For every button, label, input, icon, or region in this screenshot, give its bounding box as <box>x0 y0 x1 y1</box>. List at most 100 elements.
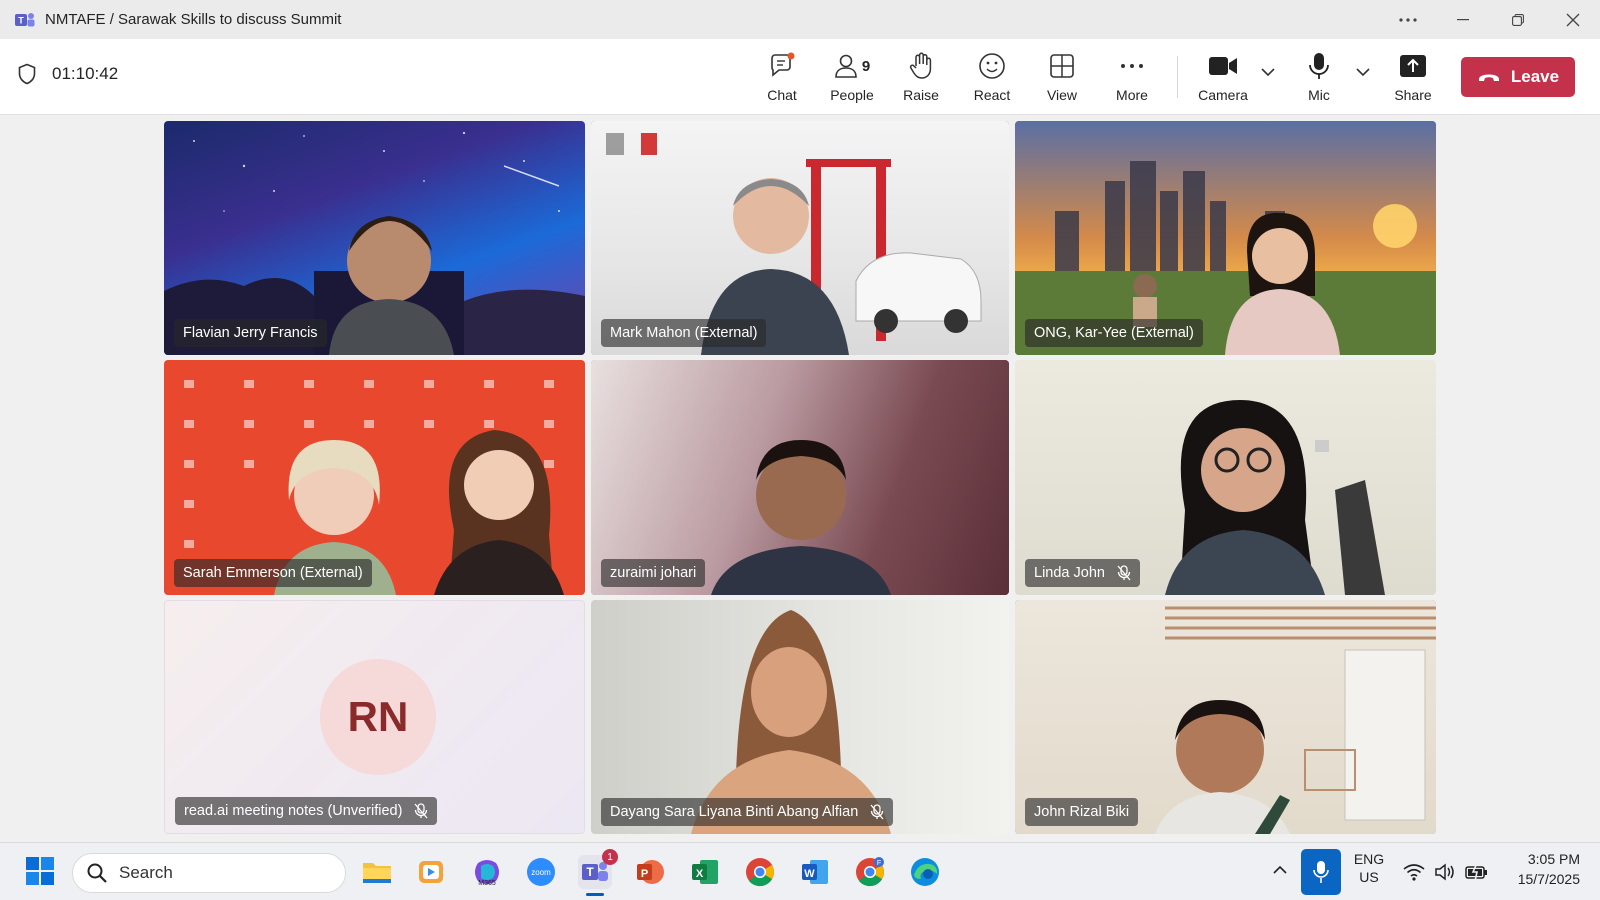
chrome-profile-icon[interactable]: F <box>853 855 887 889</box>
language-indicator[interactable]: ENG US <box>1352 851 1386 885</box>
people-button[interactable]: 9 People <box>821 51 883 103</box>
excel-icon[interactable]: X <box>688 855 722 889</box>
video-tile[interactable]: Linda John <box>1015 360 1436 595</box>
svg-text:T: T <box>586 865 594 879</box>
share-label: Share <box>1394 87 1432 103</box>
people-count: 9 <box>861 57 871 75</box>
active-app-indicator <box>586 893 604 896</box>
microphone-icon <box>1308 51 1330 81</box>
window-title: NMTAFE / Sarawak Skills to discuss Summi… <box>45 11 342 28</box>
svg-text:X: X <box>696 868 704 880</box>
participant-name: read.ai meeting notes (Unverified) <box>184 803 403 819</box>
mic-muted-icon <box>414 803 428 819</box>
chat-icon <box>768 51 796 81</box>
participant-name: Linda John <box>1034 565 1105 581</box>
minimize-icon[interactable] <box>1435 0 1490 39</box>
leave-label: Leave <box>1510 67 1560 86</box>
video-tile[interactable]: Mark Mahon (External) <box>591 121 1009 355</box>
react-label: React <box>973 87 1011 103</box>
view-label: View <box>1046 87 1078 103</box>
share-icon <box>1399 51 1427 81</box>
timer-text: 01:10:42 <box>52 64 119 83</box>
mic-button[interactable]: Mic <box>1288 51 1350 103</box>
grid-view-icon <box>1049 51 1075 81</box>
video-tile[interactable]: ONG, Kar-Yee (External) <box>1015 121 1436 355</box>
mic-label: Mic <box>1308 87 1330 103</box>
participant-name-tag: Linda John <box>1025 559 1140 587</box>
video-tile[interactable]: Sarah Emmerson (External) <box>164 360 585 595</box>
zoom-icon[interactable]: zoom <box>524 855 558 889</box>
clock-date: 15/7/2025 <box>1517 871 1580 887</box>
people-label: People <box>830 87 874 103</box>
video-tile[interactable]: zuraimi johari <box>591 360 1009 595</box>
camera-label: Camera <box>1198 87 1248 103</box>
volume-icon[interactable] <box>1434 863 1456 881</box>
react-button[interactable]: React <box>961 51 1023 103</box>
teams-logo-icon: T <box>15 12 35 26</box>
teams-taskbar-icon[interactable]: T 1 <box>578 849 618 896</box>
chat-button[interactable]: Chat <box>751 51 813 103</box>
people-icon-wrap: 9 <box>834 51 870 81</box>
microphone-icon <box>1313 861 1329 883</box>
avatar: RN <box>320 659 436 775</box>
wifi-icon[interactable] <box>1403 863 1425 881</box>
more-options-icon[interactable] <box>1380 0 1435 39</box>
video-tile[interactable]: Flavian Jerry Francis <box>164 121 585 355</box>
powerpoint-icon[interactable]: P <box>633 855 667 889</box>
meeting-timer: 01:10:42 <box>18 63 118 85</box>
m365-copilot-icon[interactable]: M365 <box>470 855 504 889</box>
video-tile[interactable]: John Rizal Biki <box>1015 600 1436 834</box>
hang-up-icon <box>1478 74 1499 81</box>
language-code: ENG <box>1353 851 1385 867</box>
participant-name-tag: Dayang Sara Liyana Binti Abang Alfian <box>601 798 894 826</box>
video-tile[interactable]: RN read.ai meeting notes (Unverified) <box>164 600 585 834</box>
file-explorer-icon[interactable] <box>360 855 394 889</box>
participant-name-tag: ONG, Kar-Yee (External) <box>1025 319 1203 347</box>
word-icon[interactable]: W <box>798 855 832 889</box>
raise-hand-icon <box>908 51 934 81</box>
search-placeholder: Search <box>119 863 173 882</box>
ellipsis-icon <box>1120 51 1144 81</box>
edge-icon[interactable] <box>908 855 942 889</box>
taskbar-search[interactable]: Search <box>72 853 346 893</box>
windows-start-icon[interactable] <box>26 857 54 885</box>
participant-name-tag: John Rizal Biki <box>1025 798 1139 826</box>
media-player-icon[interactable] <box>414 855 448 889</box>
participant-name-tag: zuraimi johari <box>601 559 706 587</box>
camera-button[interactable]: Camera <box>1192 51 1254 103</box>
restore-icon[interactable] <box>1490 0 1545 39</box>
avatar-initials: RN <box>347 693 409 740</box>
view-button[interactable]: View <box>1031 51 1093 103</box>
raise-hand-button[interactable]: Raise <box>890 51 952 103</box>
leave-button[interactable]: Leave <box>1461 57 1575 97</box>
raise-label: Raise <box>903 87 939 103</box>
show-hidden-icons-chevron-up-icon[interactable] <box>1273 865 1287 875</box>
participant-name-tag: Mark Mahon (External) <box>601 319 767 347</box>
svg-text:zoom: zoom <box>531 868 551 877</box>
svg-text:M365: M365 <box>478 880 496 887</box>
participant-name-tag: read.ai meeting notes (Unverified) <box>175 797 438 825</box>
svg-text:F: F <box>877 860 881 867</box>
camera-options-chevron-down-icon[interactable] <box>1261 67 1275 77</box>
more-button[interactable]: More <box>1101 51 1163 103</box>
windows-taskbar: Search M365 zoom T 1 P X W F ENG US 3:05… <box>0 842 1600 900</box>
mic-options-chevron-down-icon[interactable] <box>1356 67 1370 77</box>
svg-text:T: T <box>18 15 24 25</box>
share-button[interactable]: Share <box>1382 51 1444 103</box>
battery-charging-icon[interactable] <box>1465 863 1489 881</box>
participant-name: zuraimi johari <box>610 565 697 581</box>
close-icon[interactable] <box>1545 0 1600 39</box>
more-label: More <box>1116 87 1148 103</box>
title-bar: T NMTAFE / Sarawak Skills to discuss Sum… <box>0 0 1600 39</box>
people-icon <box>835 54 857 78</box>
svg-text:P: P <box>641 868 648 880</box>
participant-name: ONG, Kar-Yee (External) <box>1034 325 1194 341</box>
participant-name-tag: Sarah Emmerson (External) <box>174 559 372 587</box>
video-tile[interactable]: Dayang Sara Liyana Binti Abang Alfian <box>591 600 1009 834</box>
taskbar-clock[interactable]: 3:05 PM 15/7/2025 <box>1500 851 1580 887</box>
microphone-in-use-button[interactable] <box>1301 849 1341 895</box>
chat-label: Chat <box>767 87 797 103</box>
participant-name: John Rizal Biki <box>1034 804 1130 820</box>
chrome-icon[interactable] <box>743 855 777 889</box>
region-code: US <box>1359 869 1379 885</box>
